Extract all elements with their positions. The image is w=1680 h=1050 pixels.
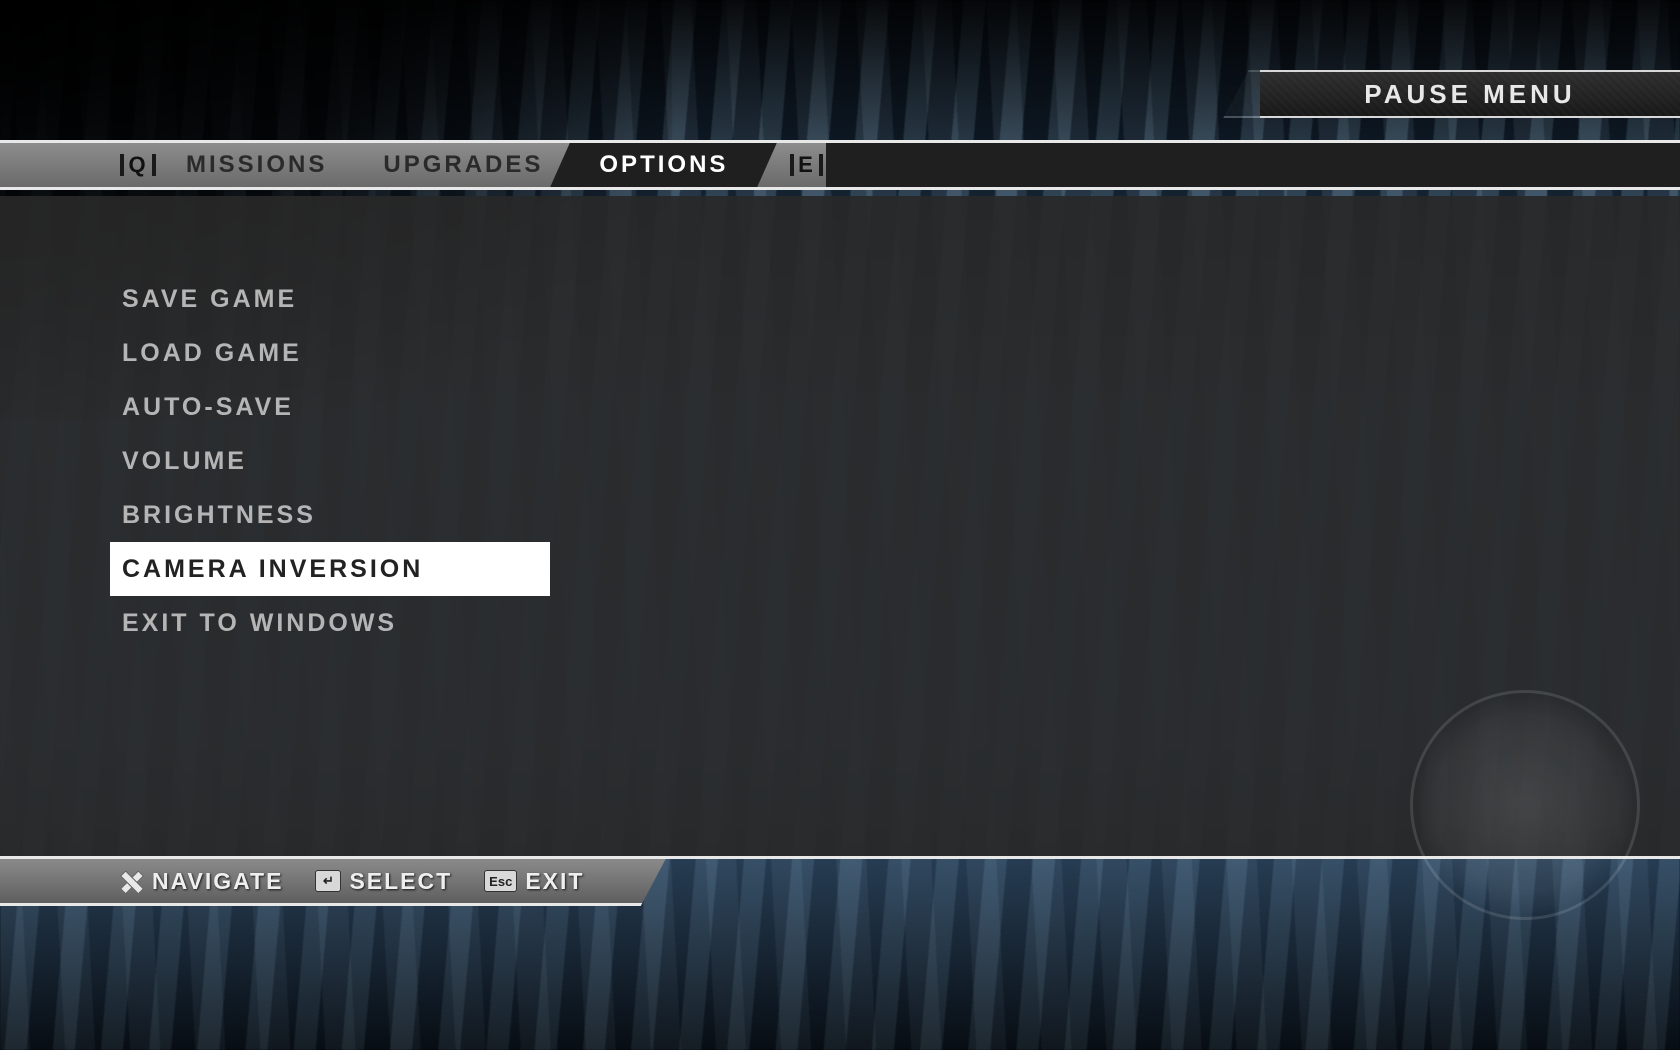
next-tab-key[interactable]: E <box>786 143 826 187</box>
next-tab-key-label: E <box>798 152 815 178</box>
option-label: CAMERA INVERSION <box>122 555 423 584</box>
tab-bar: Q MISSIONS UPGRADES OPTIONS E <box>0 140 1680 190</box>
option-camera-inversion[interactable]: CAMERA INVERSION <box>110 542 550 596</box>
tabbar-lead <box>0 143 118 187</box>
tab-options[interactable]: OPTIONS <box>571 143 756 187</box>
option-label: BRIGHTNESS <box>122 501 316 530</box>
footer-prompt-bar: NAVIGATE ↵ SELECT Esc EXIT <box>0 856 630 906</box>
options-list: SAVE GAME LOAD GAME AUTO-SAVE VOLUME BRI… <box>110 272 550 650</box>
prompt-label: NAVIGATE <box>152 868 283 895</box>
tab-label: UPGRADES <box>383 151 543 179</box>
option-label: SAVE GAME <box>122 285 297 314</box>
tab-missions[interactable]: MISSIONS <box>158 143 355 187</box>
option-label: LOAD GAME <box>122 339 302 368</box>
prev-tab-key[interactable]: Q <box>118 143 158 187</box>
option-load-game[interactable]: LOAD GAME <box>110 326 550 380</box>
prompt-navigate: NAVIGATE <box>120 868 283 895</box>
tab-upgrades[interactable]: UPGRADES <box>355 143 571 187</box>
option-label: EXIT TO WINDOWS <box>122 609 397 638</box>
dpad-icon <box>115 864 149 898</box>
tab-label: OPTIONS <box>599 151 728 179</box>
pause-menu-title: PAUSE MENU <box>1260 70 1680 118</box>
option-save-game[interactable]: SAVE GAME <box>110 272 550 326</box>
option-exit-to-windows[interactable]: EXIT TO WINDOWS <box>110 596 550 650</box>
option-label: AUTO-SAVE <box>122 393 294 422</box>
prev-tab-key-label: Q <box>128 152 147 178</box>
tabbar-trail <box>826 143 1680 187</box>
pause-menu-title-text: PAUSE MENU <box>1364 79 1575 110</box>
option-volume[interactable]: VOLUME <box>110 434 550 488</box>
option-auto-save[interactable]: AUTO-SAVE <box>110 380 550 434</box>
option-label: VOLUME <box>122 447 247 476</box>
prompt-label: SELECT <box>349 868 452 895</box>
option-brightness[interactable]: BRIGHTNESS <box>110 488 550 542</box>
tabs-container: MISSIONS UPGRADES OPTIONS <box>158 143 756 187</box>
esc-key-icon: Esc <box>484 870 517 892</box>
enter-key-icon: ↵ <box>315 870 341 892</box>
options-panel: SAVE GAME LOAD GAME AUTO-SAVE VOLUME BRI… <box>0 196 1680 856</box>
prompt-select: ↵ SELECT <box>315 868 452 895</box>
tab-label: MISSIONS <box>186 151 327 179</box>
prompt-label: EXIT <box>525 868 584 895</box>
prompt-exit: Esc EXIT <box>484 868 584 895</box>
